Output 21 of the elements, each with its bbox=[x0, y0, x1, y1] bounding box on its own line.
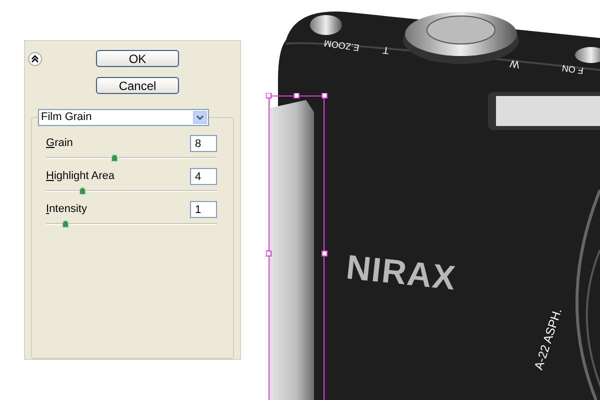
slider-thumb[interactable] bbox=[78, 187, 86, 195]
filter-dropdown[interactable]: Film Grain bbox=[38, 109, 209, 126]
tele-label: T bbox=[382, 42, 390, 58]
collapse-button[interactable] bbox=[28, 52, 42, 66]
zoom-label: E.ZOOM bbox=[323, 37, 360, 54]
slider-thumb[interactable] bbox=[62, 220, 69, 228]
slider-label: Highlight Area bbox=[46, 169, 114, 184]
value-field[interactable]: 4 bbox=[190, 168, 217, 185]
wide-label: W bbox=[509, 56, 520, 72]
value-field[interactable]: 1 bbox=[190, 201, 217, 218]
dialog-button[interactable]: Cancel bbox=[96, 77, 179, 94]
slider-thumb[interactable] bbox=[111, 154, 118, 162]
lens-text: A-22 ASPH. bbox=[530, 306, 566, 372]
dialog-button[interactable]: OK bbox=[96, 50, 179, 67]
brand-logo: NIRAX bbox=[344, 247, 458, 300]
double-chevron-icon bbox=[31, 55, 39, 63]
power-label: F ON bbox=[561, 62, 584, 77]
dropdown-caret-icon bbox=[193, 111, 207, 124]
slider-label: Grain bbox=[46, 136, 73, 152]
value-field[interactable]: 8 bbox=[190, 135, 217, 152]
slider-label: Intensity bbox=[46, 202, 87, 218]
